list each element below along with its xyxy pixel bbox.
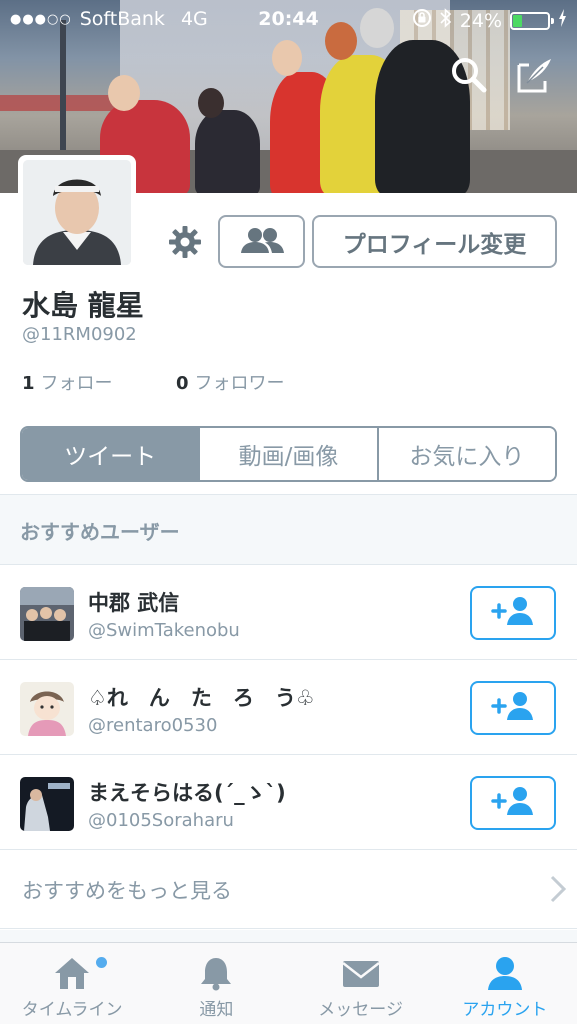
status-bar: ●●●○○ SoftBank 4G 20:44 24%	[0, 0, 577, 38]
lists-button[interactable]	[218, 215, 305, 268]
profile-avatar[interactable]	[18, 155, 136, 270]
new-items-dot	[96, 957, 107, 968]
charging-icon	[558, 9, 567, 32]
user-avatar[interactable]	[20, 682, 74, 736]
recommended-header: おすすめユーザー	[0, 494, 577, 565]
recommended-title: おすすめユーザー	[20, 520, 180, 544]
tab-tweets[interactable]: ツイート	[22, 428, 201, 480]
follow-button[interactable]	[470, 586, 556, 640]
tab-notifications[interactable]: 通知	[144, 943, 288, 1024]
user-handle: @0105Soraharu	[88, 810, 234, 831]
followers-count: 0	[176, 373, 189, 394]
see-more-label: おすすめをもっと見る	[22, 879, 232, 903]
follow-button[interactable]	[470, 681, 556, 735]
envelope-icon	[341, 943, 381, 995]
chevron-right-icon	[549, 874, 567, 904]
recommended-user-row[interactable]: ♤れ ん た ろ う♧ @rentaro0530	[0, 660, 577, 755]
add-user-icon	[490, 786, 536, 820]
tab-messages[interactable]: メッセージ	[289, 943, 433, 1024]
follow-button[interactable]	[470, 776, 556, 830]
user-name: 中郡 武信	[88, 591, 180, 615]
recommended-user-row[interactable]: まえそらはる(´_ゝ`) @0105Soraharu	[0, 755, 577, 850]
tab-favorites[interactable]: お気に入り	[378, 428, 555, 480]
following-label: フォロー	[40, 373, 113, 394]
add-user-icon	[490, 596, 536, 630]
bluetooth-icon	[440, 8, 452, 33]
rotation-lock-icon	[412, 8, 432, 33]
user-name: まえそらはる(´_ゝ`)	[88, 781, 286, 805]
followers-label: フォロワー	[194, 373, 285, 394]
followers-stat[interactable]: 0 フォロワー	[176, 369, 285, 395]
user-name: ♤れ ん た ろ う♧	[88, 686, 315, 710]
add-user-icon	[490, 691, 536, 725]
tab-label: アカウント	[462, 1000, 548, 1020]
bottom-tab-bar: タイムライン 通知 メッセージ アカウント	[0, 942, 577, 1024]
profile-name: 水島 龍星	[22, 289, 144, 322]
tab-timeline[interactable]: タイムライン	[0, 943, 144, 1024]
profile-handle: @11RM0902	[22, 324, 137, 345]
battery-percent: 24%	[459, 9, 502, 32]
recommended-user-row[interactable]: 中郡 武信 @SwimTakenobu	[0, 565, 577, 660]
person-icon	[485, 943, 525, 995]
tab-media[interactable]: 動画/画像	[200, 428, 379, 480]
user-avatar[interactable]	[20, 777, 74, 831]
edit-profile-button[interactable]: プロフィール変更	[312, 215, 557, 268]
battery-icon	[510, 11, 554, 30]
bell-icon	[197, 943, 235, 995]
search-icon[interactable]	[449, 55, 489, 95]
user-avatar[interactable]	[20, 587, 74, 641]
home-icon	[52, 943, 92, 995]
user-handle: @SwimTakenobu	[88, 620, 240, 641]
following-count: 1	[22, 373, 35, 394]
profile-tabs: ツイート 動画/画像 お気に入り	[20, 426, 557, 482]
settings-gear-icon[interactable]	[167, 224, 203, 260]
tab-label: メッセージ	[318, 1000, 403, 1020]
see-more-recommendations[interactable]: おすすめをもっと見る	[0, 850, 577, 929]
tab-account[interactable]: アカウント	[433, 943, 577, 1024]
following-stat[interactable]: 1 フォロー	[22, 369, 113, 395]
people-icon	[239, 226, 285, 258]
tab-label: 通知	[199, 1000, 234, 1020]
user-handle: @rentaro0530	[88, 715, 218, 736]
tab-label: タイムライン	[21, 1000, 123, 1020]
compose-tweet-icon[interactable]	[515, 55, 555, 95]
